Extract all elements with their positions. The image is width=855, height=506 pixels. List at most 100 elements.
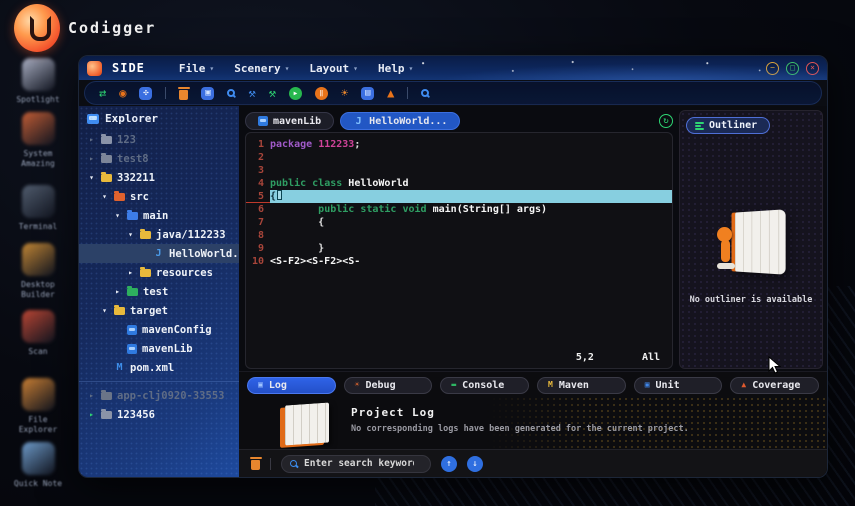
trash-icon[interactable]: [177, 86, 190, 100]
bottom-tab-label: Coverage: [752, 379, 801, 391]
tree-item-label: 123: [117, 133, 136, 146]
editor-refresh-icon[interactable]: ↻: [659, 114, 673, 128]
tree-item-mavenlib[interactable]: mavenLib: [79, 339, 239, 358]
code-editor[interactable]: 1 package 112233; 2 3 4 public class HelloWor…: [245, 132, 673, 369]
code-line-8[interactable]: 8: [246, 229, 672, 242]
sidebar-divider: [79, 381, 239, 382]
tree-item-pom-xml[interactable]: Mpom.xml: [79, 358, 239, 377]
desktop-icon-file-explorer[interactable]: File Explorer: [0, 378, 76, 435]
tree-item-332211[interactable]: ▾ 332211: [79, 168, 239, 187]
desktop-icon-scan[interactable]: Scan: [0, 310, 76, 357]
code-line-6[interactable]: 6 public static void main(String[] args): [246, 203, 672, 216]
desktop-icon-system-amazing[interactable]: System Amazing: [0, 112, 76, 169]
tree-expand-arrow-icon[interactable]: ▸: [87, 135, 96, 144]
code-line-2[interactable]: 2: [246, 151, 672, 164]
code-token: }: [270, 243, 325, 254]
code-token: {: [270, 217, 325, 228]
editor-tab-label: mavenLib: [273, 115, 322, 127]
bottom-tab-coverage[interactable]: ▲ Coverage: [730, 376, 820, 394]
tree-expand-arrow-icon[interactable]: ▸: [87, 410, 96, 419]
search-input[interactable]: [304, 458, 414, 469]
memory-icon[interactable]: ▤: [361, 86, 375, 100]
outliner-tab[interactable]: Outliner: [686, 117, 771, 134]
outliner-title: Outliner: [709, 120, 758, 131]
tree-item-mavenconfig[interactable]: mavenConfig: [79, 320, 239, 339]
bottom-tab-maven[interactable]: M Maven: [537, 376, 626, 394]
tree-expand-arrow-icon[interactable]: ▸: [126, 268, 135, 277]
code-line-1[interactable]: 1 package 112233;: [246, 138, 672, 151]
empty-outline-illustration: [711, 209, 791, 281]
tree-item-target[interactable]: ▾ target: [79, 301, 239, 320]
explorer-title: Explorer: [105, 112, 158, 125]
titlebar[interactable]: SIDE File ▾ Scenery ▾ Layout ▾ Help ▾ − □ ×: [79, 56, 827, 80]
code-line-3[interactable]: 3: [246, 164, 672, 177]
desktop-icon-spotlight[interactable]: Spotlight: [0, 58, 76, 105]
bug-icon[interactable]: ☀: [341, 87, 348, 99]
quick-search-icon[interactable]: [421, 89, 430, 97]
tree-item-helloworld-java[interactable]: J HelloWorld.java: [79, 244, 239, 263]
tree-item-main[interactable]: ▾ main: [79, 206, 239, 225]
desktop-icon-terminal[interactable]: Terminal: [0, 185, 76, 232]
tree-expand-arrow-icon[interactable]: ▸: [87, 154, 96, 163]
tree-item-src[interactable]: ▾ src: [79, 187, 239, 206]
tree-item-123456[interactable]: ▸ 123456: [79, 405, 239, 424]
pause-icon[interactable]: ‖: [314, 86, 328, 100]
bottom-tab-log[interactable]: ▣ Log: [247, 376, 336, 394]
run-icon[interactable]: ▶: [288, 86, 302, 100]
menu-help[interactable]: Help ▾: [370, 60, 421, 77]
menu-scenery[interactable]: Scenery ▾: [226, 60, 297, 77]
unit-tab-icon: ▣: [644, 380, 650, 389]
chart-icon[interactable]: ▲: [387, 87, 394, 99]
desktop-icon-quick-note[interactable]: Quick Note: [0, 442, 76, 489]
toolbar-divider: [407, 87, 409, 99]
record-icon[interactable]: ◉: [119, 87, 126, 99]
sync-icon[interactable]: ⇄: [99, 87, 106, 99]
code-line-10[interactable]: 10 <S-F2><S-F2><S-: [246, 255, 672, 268]
editor-tab-helloworld-[interactable]: J HelloWorld...: [340, 112, 461, 130]
wrench-icon[interactable]: ⚒: [248, 87, 255, 99]
tree-collapse-arrow-icon[interactable]: ▾: [100, 306, 109, 315]
search-field-pill[interactable]: [281, 454, 431, 473]
code-line-4[interactable]: 4 public class HelloWorld: [246, 177, 672, 190]
line-number: 2: [257, 152, 264, 163]
tree-item-java-112233[interactable]: ▾ java/112233: [79, 225, 239, 244]
menu-file[interactable]: File ▾: [171, 60, 222, 77]
java-file-icon: J: [355, 115, 362, 127]
tree-item-123[interactable]: ▸ 123: [79, 130, 239, 149]
desktop-icon-desktop-builder[interactable]: Desktop Builder: [0, 243, 76, 300]
code-line-9[interactable]: 9 }: [246, 242, 672, 255]
tree-item-app-clj0920-33553[interactable]: ▸ app-clj0920-33553: [79, 386, 239, 405]
bottom-tab-console[interactable]: ▬ Console: [440, 376, 530, 394]
tree-item-test8[interactable]: ▸ test8: [79, 149, 239, 168]
tree-collapse-arrow-icon[interactable]: ▾: [113, 211, 122, 220]
editor-tab-mavenlib[interactable]: mavenLib: [245, 112, 335, 130]
menu-bar: File ▾ Scenery ▾ Layout ▾ Help ▾: [171, 60, 421, 77]
tree-collapse-arrow-icon[interactable]: ▾: [126, 230, 135, 239]
tree-expand-arrow-icon[interactable]: ▸: [87, 391, 96, 400]
explorer-header[interactable]: Explorer: [79, 106, 239, 130]
hammer-icon[interactable]: ⚒: [269, 87, 276, 99]
clear-log-button[interactable]: [249, 457, 262, 470]
tree-item-resources[interactable]: ▸ resources: [79, 263, 239, 282]
tree-expand-arrow-icon[interactable]: ▸: [113, 287, 122, 296]
menu-layout[interactable]: Layout ▾: [301, 60, 366, 77]
tree-collapse-arrow-icon[interactable]: ▾: [87, 173, 96, 182]
minimize-button[interactable]: −: [766, 61, 779, 75]
code-line-7[interactable]: 7 {: [246, 216, 672, 229]
search-prev-button[interactable]: ↑: [441, 455, 457, 472]
save-icon[interactable]: ▣: [201, 86, 215, 100]
bottom-tab-debug[interactable]: ☀ Debug: [343, 376, 433, 394]
search-icon[interactable]: [227, 89, 236, 97]
codigger-logo-icon: [14, 4, 60, 52]
fan-icon[interactable]: ✣: [139, 86, 153, 100]
tree-item-label: 123456: [117, 408, 155, 421]
tree-item-test[interactable]: ▸ test: [79, 282, 239, 301]
tree-collapse-arrow-icon[interactable]: ▾: [100, 192, 109, 201]
code-line-5[interactable]: 5{: [246, 190, 672, 203]
folder-icon: [101, 171, 112, 182]
desktop-icon-label: Spotlight: [16, 95, 60, 104]
bottom-tab-unit[interactable]: ▣ Unit: [633, 376, 723, 394]
restore-button[interactable]: □: [786, 61, 799, 75]
close-button[interactable]: ×: [806, 61, 819, 75]
search-next-button[interactable]: ↓: [467, 455, 483, 472]
